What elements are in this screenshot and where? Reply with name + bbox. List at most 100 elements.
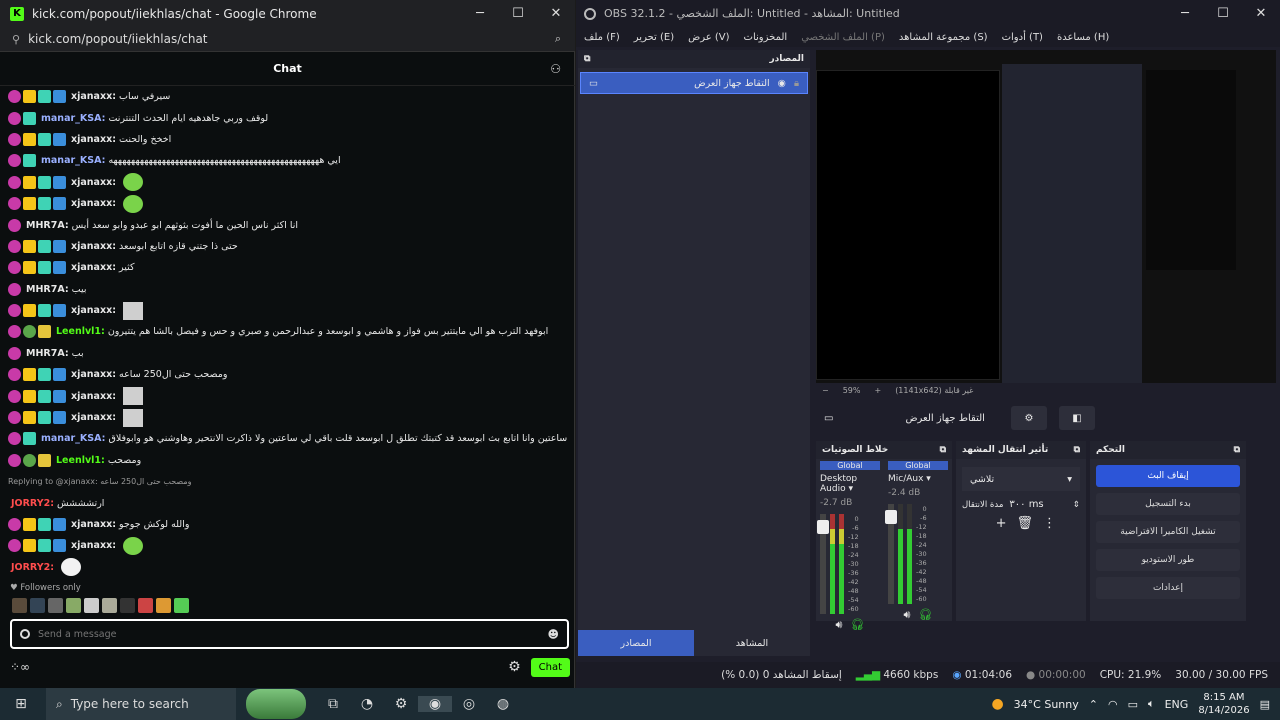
badge-icon[interactable]	[8, 432, 21, 446]
chat-username[interactable]: xjanaxx:	[71, 134, 116, 145]
badge-icon[interactable]	[23, 154, 36, 168]
badge-icon[interactable]	[23, 197, 36, 211]
site-info-icon[interactable]: ⚲	[12, 33, 20, 46]
badge-icon[interactable]	[38, 368, 51, 382]
chat-username[interactable]: xjanaxx:	[71, 241, 116, 252]
chat-username[interactable]: xjanaxx:	[71, 198, 116, 209]
badge-icon[interactable]	[38, 132, 51, 146]
badge-icon[interactable]	[23, 111, 36, 125]
chat-username[interactable]: xjanaxx:	[71, 262, 116, 273]
avatar[interactable]	[174, 598, 189, 613]
maximize-icon[interactable]: ☐	[499, 6, 537, 21]
badge-icon[interactable]	[8, 346, 21, 360]
zoom-out-icon[interactable]: −	[822, 386, 829, 395]
studio-mode-button[interactable]: طور الاستوديو	[1096, 549, 1240, 571]
close-icon[interactable]: ✕	[1242, 6, 1280, 21]
menu-item[interactable]: أدوات (T)	[1002, 32, 1043, 43]
message-input[interactable]	[38, 628, 548, 640]
badge-icon[interactable]	[23, 175, 36, 189]
message-box[interactable]: ☻	[10, 619, 569, 649]
obs-icon[interactable]: ◍	[486, 696, 520, 712]
chat-username[interactable]: manar_KSA:	[41, 433, 105, 444]
maximize-icon[interactable]: ☐	[1204, 6, 1242, 21]
badge-icon[interactable]	[38, 411, 51, 425]
badge-icon[interactable]	[53, 518, 66, 531]
preview-canvas[interactable]	[816, 50, 1276, 395]
taskbar-search[interactable]: ⌕ Type here to search	[46, 688, 236, 720]
badge-icon[interactable]	[53, 389, 66, 403]
wifi-icon[interactable]: ◠	[1108, 698, 1118, 711]
minimize-icon[interactable]: ─	[461, 6, 499, 21]
badge-icon[interactable]	[8, 411, 21, 425]
more-icon[interactable]: ⋮	[1043, 516, 1056, 531]
windows-start-icon[interactable]: ⊞	[4, 696, 38, 712]
battery-icon[interactable]: ▭	[1128, 698, 1138, 711]
tab-scenes[interactable]: المشاهد	[694, 630, 810, 656]
emoji-icon[interactable]: ☻	[548, 628, 559, 641]
source-item[interactable]: ▭ التقاط جهاز العرض ◉ 🔒︎	[580, 72, 808, 94]
address-bar[interactable]: ⚲ kick.com/popout/iiekhlas/chat ⌕	[0, 27, 575, 52]
menu-item[interactable]: المخزونات	[744, 32, 788, 43]
headphones-icon[interactable]: 🎧︎	[850, 618, 864, 632]
undock-icon[interactable]: ⧉	[1234, 445, 1240, 455]
undock-icon[interactable]: ⧉	[1074, 445, 1080, 455]
task-view-icon[interactable]: ⧉	[316, 696, 350, 712]
badge-icon[interactable]	[38, 539, 51, 553]
chat-username[interactable]: Leenlvl1:	[56, 326, 105, 337]
badge-icon[interactable]	[23, 518, 36, 531]
badge-icon[interactable]	[23, 539, 36, 553]
undock-icon[interactable]: ⧉	[940, 445, 946, 455]
badge-icon[interactable]	[23, 432, 36, 446]
lock-icon[interactable]: 🔒︎	[794, 78, 799, 89]
chat-username[interactable]: xjanaxx:	[71, 391, 116, 402]
widgets-icon[interactable]	[246, 689, 306, 719]
chat-username[interactable]: JORRY2:	[11, 498, 54, 509]
menu-item[interactable]: تحرير (E)	[634, 32, 674, 43]
avatar[interactable]	[12, 598, 27, 613]
headphones-icon[interactable]: 🎧︎	[918, 608, 932, 622]
trash-icon[interactable]: 🗑︎	[1016, 516, 1033, 531]
zoom-in-icon[interactable]: +	[874, 386, 881, 395]
badge-icon[interactable]	[23, 261, 36, 275]
badge-icon[interactable]	[38, 239, 51, 253]
volume-icon[interactable]: 🔈︎	[1148, 697, 1155, 711]
badge-icon[interactable]	[23, 389, 36, 403]
badge-icon[interactable]	[38, 175, 51, 189]
volume-slider[interactable]	[817, 514, 829, 614]
menu-item[interactable]: مساعدة (H)	[1057, 32, 1109, 43]
tray-chevron-icon[interactable]: ⌃	[1089, 698, 1098, 711]
avatar[interactable]	[48, 598, 63, 613]
badge-icon[interactable]	[8, 175, 21, 189]
badge-icon[interactable]	[23, 90, 36, 104]
badge-icon[interactable]	[8, 111, 21, 125]
badge-icon[interactable]	[53, 90, 66, 104]
properties-gear-icon[interactable]: ⚙	[1010, 406, 1047, 430]
weather-sun-icon[interactable]: ●	[991, 696, 1003, 712]
badge-icon[interactable]	[8, 453, 21, 467]
badge-icon[interactable]	[53, 175, 66, 189]
chat-username[interactable]: MHR7A:	[26, 284, 69, 295]
chat-username[interactable]: xjanaxx:	[71, 540, 116, 551]
avatar[interactable]	[138, 598, 153, 613]
emote-toggle-icon[interactable]	[20, 629, 30, 639]
avatar[interactable]	[102, 598, 117, 613]
badge-icon[interactable]	[53, 197, 66, 211]
avatar[interactable]	[84, 598, 99, 613]
tab-sources[interactable]: المصادر	[578, 630, 694, 656]
badge-icon[interactable]	[38, 389, 51, 403]
chat-username[interactable]: Leenlvl1:	[56, 455, 105, 466]
badge-icon[interactable]	[23, 325, 36, 339]
badge-icon[interactable]	[53, 239, 66, 253]
badge-icon[interactable]	[8, 154, 21, 168]
menu-item[interactable]: عرض (V)	[688, 32, 729, 43]
badge-icon[interactable]	[38, 90, 51, 104]
chat-username[interactable]: manar_KSA:	[41, 155, 105, 166]
speaker-icon[interactable]: 🔊︎	[836, 618, 843, 632]
settings-button[interactable]: إعدادات	[1096, 577, 1240, 599]
duration-input[interactable]: ٣٠٠ ms	[1009, 499, 1066, 510]
badge-icon[interactable]	[23, 304, 36, 318]
badge-icon[interactable]	[8, 389, 21, 403]
badge-icon[interactable]	[53, 132, 66, 146]
close-icon[interactable]: ✕	[537, 6, 575, 21]
menu-item[interactable]: الملف الشخصي (P)	[801, 32, 885, 43]
